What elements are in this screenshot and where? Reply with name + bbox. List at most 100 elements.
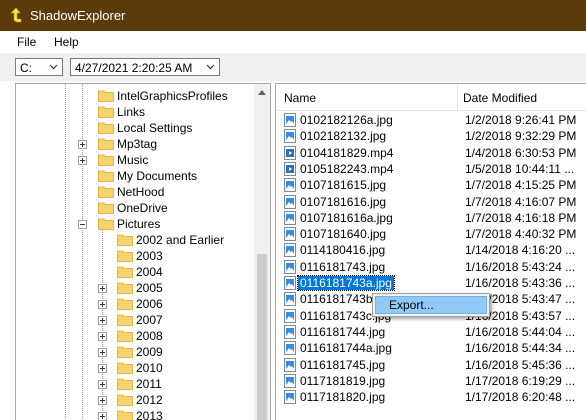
snapshot-select[interactable]: 4/27/2021 2:20:25 AM <box>70 58 220 76</box>
collapse-icon[interactable] <box>78 220 87 229</box>
tree-item[interactable]: Links <box>16 104 252 120</box>
file-row[interactable]: 0116181744.jpg 1/16/2018 5:44:04 ... <box>276 324 586 340</box>
image-file-icon <box>284 324 296 339</box>
column-separator[interactable] <box>457 84 458 110</box>
tree-item[interactable]: 2012 <box>16 392 252 408</box>
expand-icon[interactable] <box>98 316 107 325</box>
tree-item-label: 2003 <box>136 249 163 263</box>
scroll-up-icon[interactable] <box>258 90 266 95</box>
tree-item[interactable]: 2003 <box>16 248 252 264</box>
expand-icon[interactable] <box>98 332 107 341</box>
expand-icon[interactable] <box>98 348 107 357</box>
file-date: 1/5/2018 10:44:11 ... <box>465 161 575 176</box>
expand-icon[interactable] <box>78 140 87 149</box>
tree-item[interactable]: NetHood <box>16 184 252 200</box>
file-name: 0104181829.mp4 <box>300 145 394 160</box>
tree-scrollbar[interactable] <box>254 84 270 420</box>
tree-item-label: 2006 <box>136 297 163 311</box>
expand-icon[interactable] <box>78 156 87 165</box>
file-row[interactable]: 0102182132.jpg 1/2/2018 9:32:29 PM <box>276 128 586 144</box>
drive-select[interactable]: C: <box>15 58 63 76</box>
tree-item-label: 2009 <box>136 345 163 359</box>
tree-item[interactable]: IntelGraphicsProfiles <box>16 88 252 104</box>
tree-item[interactable]: 2006 <box>16 296 252 312</box>
file-date: 1/14/2018 4:16:20 ... <box>465 243 576 258</box>
folder-icon <box>98 185 114 198</box>
context-menu: Export... <box>372 293 490 317</box>
file-row[interactable]: 0117181819.jpg 1/17/2018 6:19:29 ... <box>276 373 586 389</box>
folder-icon <box>98 153 114 166</box>
file-list[interactable]: Name Date Modified 0102182126a.jpg 1/2/20… <box>275 83 586 420</box>
image-file-icon <box>284 113 296 127</box>
tree-item-label: Music <box>117 153 149 167</box>
image-file-icon <box>284 129 296 144</box>
file-row[interactable]: 0104181829.mp4 1/4/2018 6:30:53 PM <box>276 145 586 161</box>
tree-item[interactable]: 2008 <box>16 328 252 344</box>
column-name[interactable]: Name <box>284 91 316 105</box>
image-file-icon <box>284 194 296 209</box>
image-file-icon <box>284 227 296 242</box>
tree-item[interactable]: 2009 <box>16 344 252 360</box>
tree-item[interactable]: Local Settings <box>16 120 252 136</box>
folder-icon <box>117 345 133 358</box>
file-date: 1/17/2018 6:20:48 ... <box>465 390 576 405</box>
file-date: 1/2/2018 9:32:29 PM <box>465 129 577 144</box>
expand-icon[interactable] <box>98 396 107 405</box>
folder-icon <box>117 281 133 294</box>
folder-icon <box>98 121 114 134</box>
folder-icon <box>98 201 114 214</box>
file-date: 1/16/2018 5:44:04 ... <box>465 324 576 339</box>
column-date-modified[interactable]: Date Modified <box>463 91 537 105</box>
tree-item[interactable]: Pictures <box>16 216 252 232</box>
export-menu-item[interactable]: Export... <box>375 296 487 314</box>
expand-icon[interactable] <box>98 364 107 373</box>
expand-icon[interactable] <box>98 380 107 389</box>
folder-icon <box>98 217 114 230</box>
file-row[interactable]: 0116181743a.jpg 1/16/2018 5:43:36 ... <box>276 275 586 291</box>
tree-item[interactable]: 2007 <box>16 312 252 328</box>
image-file-icon <box>284 243 296 258</box>
tree-item-label: NetHood <box>117 185 165 199</box>
file-row[interactable]: 0102182126a.jpg 1/2/2018 9:26:41 PM <box>276 112 586 128</box>
tree-item[interactable]: My Documents <box>16 168 252 184</box>
tree-item[interactable]: 2005 <box>16 280 252 296</box>
file-name: 0107181616.jpg <box>300 194 387 209</box>
folder-icon <box>117 249 133 262</box>
file-name: 0116181744.jpg <box>300 324 386 339</box>
tree-item[interactable]: 2004 <box>16 264 252 280</box>
scrollbar-thumb[interactable] <box>257 254 267 420</box>
menu-bar: File Help <box>0 31 586 53</box>
file-row[interactable]: 0105182243.mp4 1/5/2018 10:44:11 ... <box>276 161 586 177</box>
expand-icon[interactable] <box>98 412 107 420</box>
file-row[interactable]: 0116181745.jpg 1/16/2018 5:45:36 ... <box>276 357 586 373</box>
tree-item[interactable]: OneDrive <box>16 200 252 216</box>
tree-item[interactable]: 2013 <box>16 408 252 420</box>
file-row[interactable]: 0117181820.jpg 1/17/2018 6:20:48 ... <box>276 389 586 405</box>
file-row[interactable]: 0116181744a.jpg 1/16/2018 5:44:34 ... <box>276 340 586 356</box>
tree-item[interactable]: 2010 <box>16 360 252 376</box>
tree-item[interactable]: 2011 <box>16 376 252 392</box>
file-date: 1/16/2018 5:43:24 ... <box>465 259 576 274</box>
file-row[interactable]: 0114180416.jpg 1/14/2018 4:16:20 ... <box>276 242 586 258</box>
expand-icon[interactable] <box>98 300 107 309</box>
menu-help[interactable]: Help <box>54 35 79 49</box>
menu-file[interactable]: File <box>17 35 36 49</box>
file-row[interactable]: 0107181615.jpg 1/7/2018 4:15:25 PM <box>276 177 586 193</box>
tree-item[interactable]: Mp3tag <box>16 136 252 152</box>
export-label: Export... <box>389 298 434 312</box>
tree-item[interactable]: Music <box>16 152 252 168</box>
file-name: 0107181640.jpg <box>300 227 387 242</box>
file-row[interactable]: 0107181640.jpg 1/7/2018 4:40:32 PM <box>276 226 586 242</box>
expand-icon[interactable] <box>98 284 107 293</box>
file-date: 1/16/2018 5:43:36 ... <box>465 276 576 290</box>
folder-icon <box>117 329 133 342</box>
file-name: 0102182132.jpg <box>300 129 387 144</box>
folder-icon <box>117 297 133 310</box>
image-file-icon <box>284 178 296 193</box>
file-row[interactable]: 0116181743.jpg 1/16/2018 5:43:24 ... <box>276 259 586 275</box>
file-name: 0102182126a.jpg <box>300 113 393 127</box>
folder-tree[interactable]: IntelGraphicsProfiles Links Local Settings… <box>15 83 271 420</box>
tree-item[interactable]: 2002 and Earlier <box>16 232 252 248</box>
file-row[interactable]: 0107181616.jpg 1/7/2018 4:16:07 PM <box>276 194 586 210</box>
file-row[interactable]: 0107181616a.jpg 1/7/2018 4:16:18 PM <box>276 210 586 226</box>
